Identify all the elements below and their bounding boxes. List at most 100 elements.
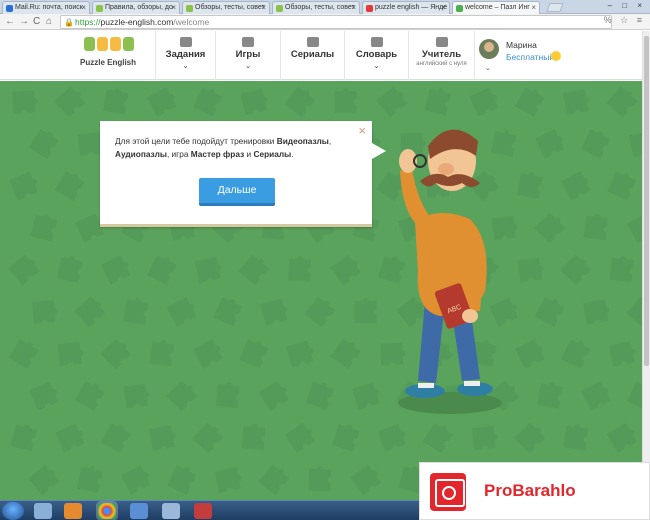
nav-item-tasks[interactable]: Задания ⌄ xyxy=(155,31,215,79)
browser-toolbar: ← → C ⌂ 🔒 https://puzzle-english.com/wel… xyxy=(0,14,650,30)
windows-start-icon[interactable] xyxy=(2,502,24,520)
puzzle-piece-shape xyxy=(54,86,86,118)
app-icon[interactable] xyxy=(194,503,212,519)
close-tab-icon[interactable]: × xyxy=(351,2,356,14)
puzzle-piece-shape xyxy=(537,382,563,409)
puzzle-piece-shape xyxy=(330,254,362,286)
puzzle-piece-shape xyxy=(166,297,197,327)
puzzle-piece-shape xyxy=(57,341,84,367)
browser-tab-strip: Mail.Ru: почта, поиск × Правила, обзоры, … xyxy=(0,0,650,14)
puzzle-piece-shape xyxy=(286,340,314,368)
close-tab-icon[interactable]: × xyxy=(261,2,266,14)
back-arrow-icon[interactable]: ← xyxy=(5,15,15,29)
forward-arrow-icon[interactable]: → xyxy=(19,15,29,29)
new-tab-button[interactable] xyxy=(546,3,564,12)
puzzle-piece-shape xyxy=(8,254,40,286)
puzzle-piece-shape xyxy=(123,298,149,325)
puzzle-piece-shape xyxy=(29,381,59,411)
tab-favicon-icon xyxy=(6,5,13,12)
puzzle-piece-shape xyxy=(194,256,222,284)
chrome-icon[interactable] xyxy=(98,503,116,519)
close-tab-icon[interactable]: × xyxy=(81,2,86,14)
user-plan-link[interactable]: Бесплатный xyxy=(506,52,554,62)
chevron-down-icon: ⌄ xyxy=(373,63,380,70)
puzzle-piece-shape xyxy=(627,381,642,411)
tab-favicon-icon xyxy=(456,5,463,12)
browser-tab[interactable]: Обзоры, тесты, совет × xyxy=(182,1,270,14)
puzzle-piece-shape xyxy=(628,130,642,158)
puzzle-piece-shape xyxy=(260,298,288,326)
nav-item-teacher[interactable]: Учитель английский с нуля xyxy=(408,31,474,79)
puzzle-piece-shape xyxy=(305,381,334,411)
dialog-message: Для этой цели тебе подойдут тренировки В… xyxy=(115,136,332,159)
user-menu[interactable]: Марина Бесплатный ⌄ xyxy=(474,31,642,79)
address-bar[interactable]: 🔒 https://puzzle-english.com/welcome xyxy=(60,15,612,29)
puzzle-piece-shape xyxy=(334,88,357,113)
puzzle-piece-shape xyxy=(534,212,566,244)
nav-item-games[interactable]: Игры ⌄ xyxy=(215,31,280,79)
puzzle-piece-shape xyxy=(100,338,132,370)
nav-item-dictionary[interactable]: Словарь ⌄ xyxy=(344,31,408,79)
puzzle-piece-shape xyxy=(101,255,131,285)
chevron-down-icon[interactable]: ⌄ xyxy=(485,64,491,72)
puzzle-piece-shape xyxy=(258,380,289,412)
puzzle-piece-shape xyxy=(8,338,39,370)
puzzle-piece-shape xyxy=(103,88,129,115)
browser-tab[interactable]: Mail.Ru: почта, поиск × xyxy=(2,1,90,14)
browser-tab-active[interactable]: welcome – Пазл Инг × xyxy=(452,1,540,14)
browser-extension-icons[interactable]: % ☆ ≡ xyxy=(604,15,645,26)
puzzle-piece-shape xyxy=(238,254,270,286)
lock-icon: 🔒 xyxy=(64,18,74,27)
nav-item-series[interactable]: Сериалы xyxy=(280,31,344,79)
puzzle-piece-shape xyxy=(149,425,176,451)
puzzle-piece-shape xyxy=(242,424,266,450)
close-tab-icon[interactable]: × xyxy=(171,2,176,14)
gamepad-icon xyxy=(242,37,254,47)
welcome-stage: ABC × Для этой цели тебе подойдут тренир… xyxy=(0,81,642,500)
puzzle-piece-shape xyxy=(608,340,636,368)
explorer-icon[interactable] xyxy=(34,503,52,519)
puzzle-piece-shape xyxy=(535,129,565,159)
puzzle-piece-shape xyxy=(74,380,105,412)
puzzle-piece-shape xyxy=(626,296,642,328)
window-controls[interactable]: – □ × xyxy=(608,1,646,10)
scrollbar-thumb[interactable] xyxy=(644,36,649,366)
puzzle-piece-shape xyxy=(534,297,565,327)
url-scheme: https:// xyxy=(75,17,101,27)
next-button[interactable]: Дальше xyxy=(199,178,275,206)
site-header: Puzzle English Задания ⌄ Игры ⌄ Сериалы … xyxy=(0,31,642,80)
puzzle-piece-shape xyxy=(606,422,637,454)
close-tab-icon[interactable]: × xyxy=(441,2,446,14)
audio-icon[interactable] xyxy=(130,503,148,519)
paint-icon[interactable] xyxy=(162,503,180,519)
puzzle-piece-shape xyxy=(609,256,634,283)
close-icon[interactable]: × xyxy=(358,123,366,138)
puzzle-piece-shape xyxy=(517,172,543,199)
puzzle-piece-shape xyxy=(560,254,592,286)
browser-tab[interactable]: Правила, обзоры, до × xyxy=(92,1,180,14)
clapperboard-icon xyxy=(306,37,319,47)
puzzle-piece-shape xyxy=(581,129,611,159)
puzzle-logo-icon xyxy=(84,37,140,55)
goal-dialog: × Для этой цели тебе подойдут тренировки… xyxy=(100,121,386,227)
puzzle-piece-shape xyxy=(304,296,336,328)
browser-tab[interactable]: Обзоры, тесты, совет × xyxy=(272,1,360,14)
tab-favicon-icon xyxy=(96,5,103,12)
puzzle-piece-shape xyxy=(351,382,380,410)
browser-tab[interactable]: puzzle english — Янде × xyxy=(362,1,450,14)
media-player-icon[interactable] xyxy=(64,503,82,519)
dictionary-icon xyxy=(370,37,383,47)
home-icon[interactable]: ⌂ xyxy=(46,15,52,29)
puzzle-piece-shape xyxy=(123,383,150,409)
puzzle-piece-shape xyxy=(10,424,38,452)
puzzle-piece-shape xyxy=(377,423,406,453)
site-logo[interactable]: Puzzle English xyxy=(80,37,140,67)
puzzle-piece-shape xyxy=(214,466,242,494)
close-tab-icon[interactable]: × xyxy=(531,2,536,14)
puzzle-piece-shape xyxy=(54,170,85,202)
page-scrollbar[interactable] xyxy=(642,31,650,500)
avatar[interactable] xyxy=(479,39,499,59)
graduation-cap-icon xyxy=(435,37,448,47)
reload-icon[interactable]: C xyxy=(33,15,40,29)
puzzle-piece-shape xyxy=(213,297,243,327)
